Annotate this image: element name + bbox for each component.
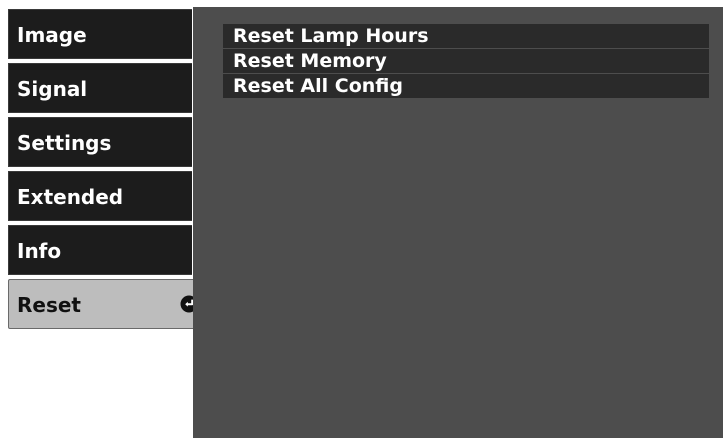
sidebar-item-info[interactable]: Info (8, 225, 192, 275)
reset-memory-option[interactable]: Reset Memory (223, 49, 709, 73)
sidebar-item-settings[interactable]: Settings (8, 117, 192, 167)
sidebar-item-label: Image (17, 23, 87, 47)
reset-lamp-hours-option[interactable]: Reset Lamp Hours (223, 24, 709, 48)
sidebar-item-label: Reset (17, 293, 81, 317)
projector-menu: Image Signal Settings Extended Info Rese… (0, 0, 723, 438)
sidebar-item-reset[interactable]: Reset (8, 279, 207, 329)
sidebar-item-label: Info (17, 239, 62, 263)
sidebar-item-image[interactable]: Image (8, 9, 192, 59)
option-label: Reset All Config (233, 75, 403, 97)
sidebar-item-extended[interactable]: Extended (8, 171, 192, 221)
sidebar-item-label: Settings (17, 131, 112, 155)
option-label: Reset Memory (233, 50, 387, 72)
option-label: Reset Lamp Hours (233, 25, 429, 47)
sidebar-item-label: Signal (17, 77, 88, 101)
sidebar-item-label: Extended (17, 185, 124, 209)
sidebar-item-signal[interactable]: Signal (8, 63, 192, 113)
reset-options-list: Reset Lamp Hours Reset Memory Reset All … (223, 24, 709, 99)
reset-submenu-panel: Reset Lamp Hours Reset Memory Reset All … (193, 7, 723, 438)
reset-all-config-option[interactable]: Reset All Config (223, 74, 709, 98)
